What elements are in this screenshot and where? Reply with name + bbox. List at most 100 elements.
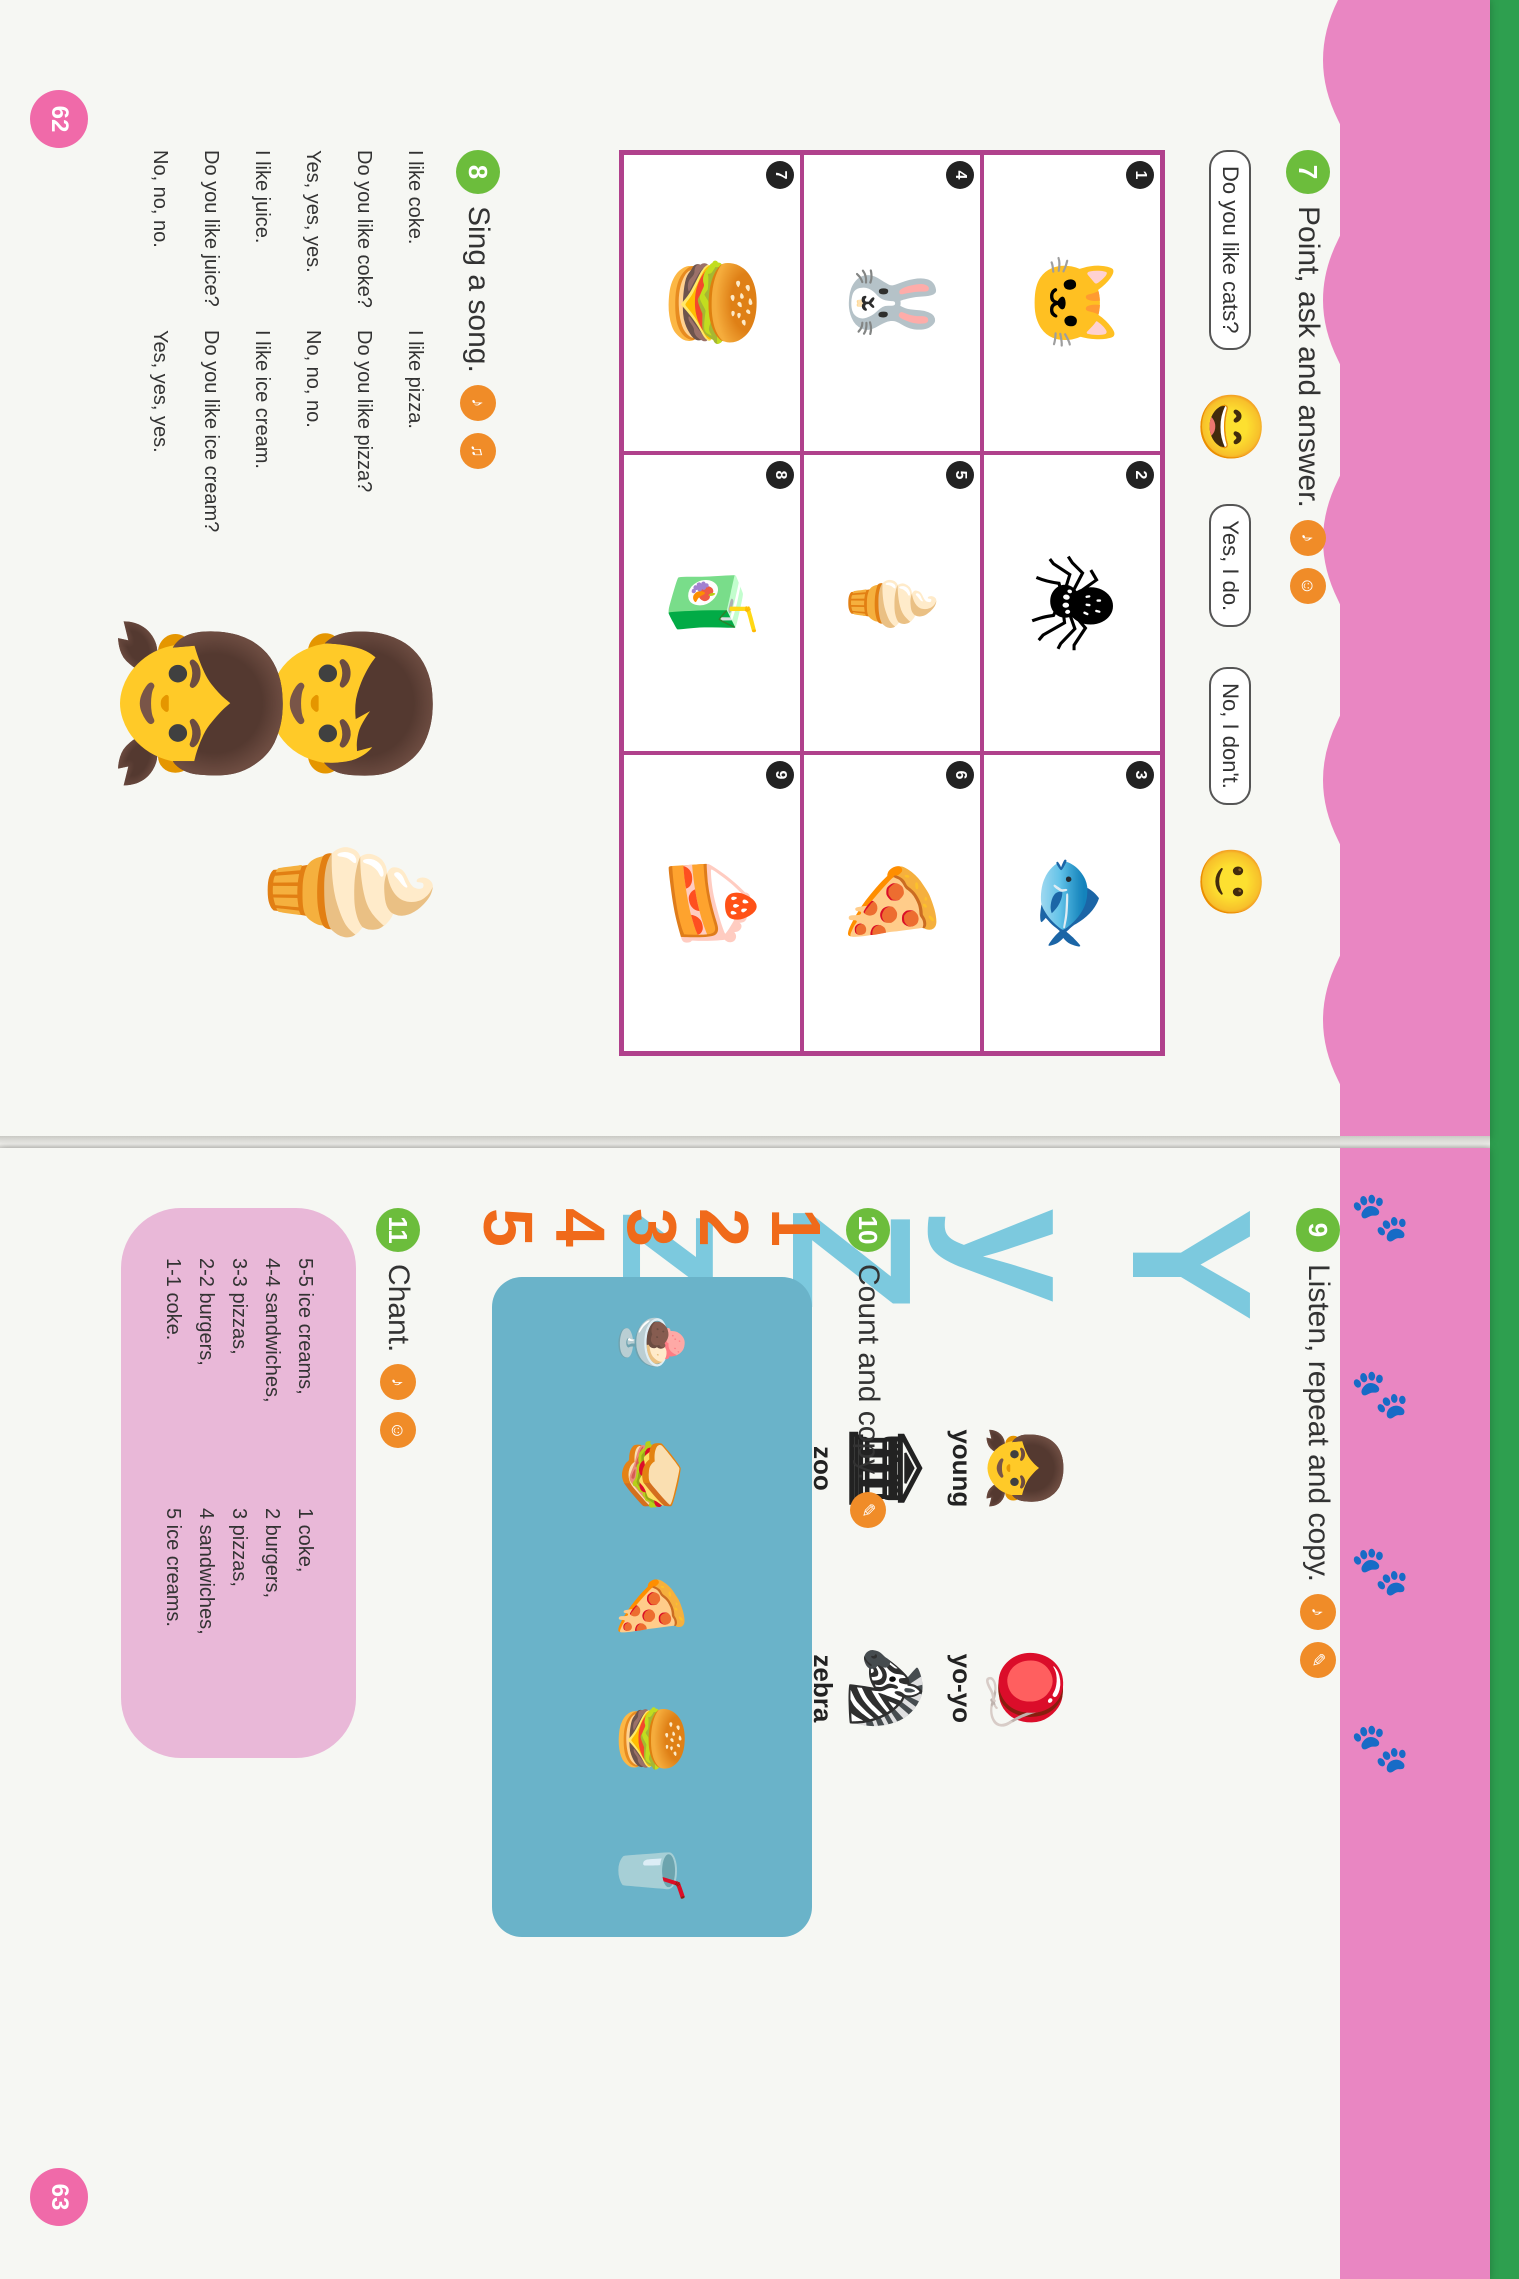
cell-picture-icon: 🍦 xyxy=(848,553,937,653)
cell-number: 4 xyxy=(946,161,974,189)
exercise-title: Listen, repeat and copy. xyxy=(1302,1264,1335,1582)
write-icon[interactable]: ✎ xyxy=(850,1492,886,1529)
speak-icon[interactable]: ☺ xyxy=(1290,567,1326,604)
page-number-63: 63 xyxy=(30,2168,88,2226)
pink-border xyxy=(1323,0,1490,1140)
word-label: yo-yo xyxy=(947,1653,977,1723)
exercise-7-heading: 7 Point, ask and answer. ♪ ☺ xyxy=(1286,150,1330,1056)
song-line: No, no, no. xyxy=(149,150,171,248)
grid-cell-2[interactable]: 2 🕷 xyxy=(982,453,1162,753)
song-line: Do you like pizza? xyxy=(353,330,375,493)
grid-cell-4[interactable]: 4 🐰 xyxy=(802,153,982,453)
exercise-number: 9 xyxy=(1296,1208,1340,1252)
chant-line: 2-2 burgers, xyxy=(195,1258,217,1366)
cell-number: 6 xyxy=(946,761,974,789)
word-picture-icon: 👧 xyxy=(986,1424,1064,1512)
cell-number: 9 xyxy=(766,761,794,789)
word-label: young xyxy=(947,1429,977,1508)
song-line: Do you like coke? xyxy=(353,150,375,308)
paw-icon: 🐾 xyxy=(1350,1545,1410,1598)
exercise-11-heading: 11 Chant. ♪ ☺ xyxy=(376,1208,420,1758)
cell-number: 7 xyxy=(766,161,794,189)
exercise-number: 8 xyxy=(456,150,500,194)
chant-line: 4 sandwiches, xyxy=(195,1508,217,1635)
song-line: No, no, no. xyxy=(302,330,324,428)
audio-icon[interactable]: ♪ xyxy=(1300,1594,1336,1630)
exercise-number: 7 xyxy=(1286,150,1330,194)
exercise-title: Count and copy. xyxy=(852,1264,885,1481)
exercise-7: 7 Point, ask and answer. ♪ ☺ Do you like… xyxy=(619,150,1330,1056)
paw-icon: 🐾 xyxy=(1350,1368,1410,1421)
grid-cell-9[interactable]: 9 🍰 xyxy=(622,753,802,1053)
exercise-8-heading: 8 Sing a song. ♪ ♫ xyxy=(456,150,500,1140)
exercise-8: 8 Sing a song. ♪ ♫ I like coke. I like pi… xyxy=(117,150,500,1140)
song-line: Yes, yes, yes. xyxy=(149,330,171,453)
page-63: 🐾 🐾 🐾 🐾 63 9 Listen, repeat and copy. ♪ … xyxy=(0,1148,1490,2279)
song-line: I like coke. xyxy=(404,150,426,245)
song-line: Do you like ice cream? xyxy=(200,330,222,533)
cell-picture-icon: 🍰 xyxy=(668,853,757,953)
cell-picture-icon: 🐱 xyxy=(1028,253,1117,353)
chant-line: 1 coke, xyxy=(294,1508,316,1573)
food-icon: 🍨 xyxy=(618,1305,686,1381)
grid-cell-6[interactable]: 6 🍕 xyxy=(802,753,982,1053)
cell-picture-icon: 🕷 xyxy=(1028,552,1117,654)
song-row: I like coke. I like pizza. Do you like cok… xyxy=(117,150,435,1140)
cell-picture-icon: 🐟 xyxy=(1028,853,1117,953)
paw-icon: 🐾 xyxy=(1350,1722,1410,1775)
audio-icon[interactable]: ♪ xyxy=(380,1364,416,1401)
count-numbers: 12345 xyxy=(469,1208,835,1247)
chant-icon[interactable]: ☺ xyxy=(380,1412,416,1449)
cell-number: 3 xyxy=(1126,761,1154,789)
grid-cell-1[interactable]: 1 🐱 xyxy=(982,153,1162,453)
word-card: 🪀 yo-yo xyxy=(946,1598,1065,1778)
exercise-number: 11 xyxy=(376,1208,420,1252)
count-number: 5 xyxy=(469,1208,547,1247)
grid-cell-5[interactable]: 5 🍦 xyxy=(802,453,982,753)
letter-y: Y y xyxy=(926,1208,1286,1319)
cell-number: 2 xyxy=(1126,461,1154,489)
page-number-62: 62 xyxy=(30,90,88,148)
audio-icon[interactable]: ♪ xyxy=(1290,519,1326,556)
sing-icon[interactable]: ♫ xyxy=(460,432,496,469)
chant-line: 2 burgers, xyxy=(261,1508,283,1599)
food-icon: 🍕 xyxy=(618,1569,686,1645)
cell-picture-icon: 🍔 xyxy=(668,253,757,353)
cell-number: 5 xyxy=(946,461,974,489)
speech-bubble-yes: Yes, I do. xyxy=(1209,504,1252,628)
speech-bubble-no: No, I don't. xyxy=(1209,667,1252,805)
count-number: 4 xyxy=(541,1208,619,1247)
song-line: I like pizza. xyxy=(404,330,426,429)
girl-face-icon: 🙂 xyxy=(1197,844,1264,920)
dialogue-row: Do you like cats? 😄 Yes, I do. No, I don… xyxy=(1195,150,1266,1056)
chant-line: 3 pizzas, xyxy=(228,1508,250,1587)
grid-cell-7[interactable]: 7 🍔 xyxy=(622,153,802,453)
song-line: I like juice. xyxy=(251,150,273,244)
exercise-title: Sing a song. xyxy=(462,206,495,373)
audio-icon[interactable]: ♪ xyxy=(460,384,496,421)
grid-cell-3[interactable]: 3 🐟 xyxy=(982,753,1162,1053)
count-number: 3 xyxy=(613,1208,691,1247)
exercise-title: Point, ask and answer. xyxy=(1292,206,1325,508)
children-illustration: 👦🍦👧 xyxy=(117,610,435,984)
food-icon: 🥤 xyxy=(618,1833,686,1909)
speech-bubble-question: Do you like cats? xyxy=(1209,150,1252,350)
write-icon[interactable]: ✎ xyxy=(1300,1642,1336,1678)
exercise-9-heading: 9 Listen, repeat and copy. ♪ ✎ xyxy=(1296,1208,1340,1778)
grid-cell-8[interactable]: 8 🧃 xyxy=(622,453,802,753)
chant-box: 5-5 ice creams, 1 coke, 4-4 sandwiches, 2 b… xyxy=(121,1208,356,1758)
count-number: 2 xyxy=(685,1208,763,1247)
textbook-spread: 62 7 Point, ask and answer. ♪ ☺ Do you l… xyxy=(0,0,1519,2279)
chant-line: 4-4 sandwiches, xyxy=(261,1258,283,1403)
chant-line: 3-3 pizzas, xyxy=(228,1258,250,1355)
exercise-11: 11 Chant. ♪ ☺ 5-5 ice creams, 1 coke, 4-4 … xyxy=(121,1208,420,1758)
count-row: 12345 🍨 🥪 🍕 🍔 🥤 xyxy=(469,1208,835,1937)
exercise-10-heading: 10 Count and copy. ✎ xyxy=(846,1208,890,1937)
cell-picture-icon: 🐰 xyxy=(848,253,937,353)
chant-line: 5 ice creams. xyxy=(162,1508,184,1627)
food-icon: 🥪 xyxy=(618,1437,686,1513)
word-picture-icon: 🪀 xyxy=(986,1644,1064,1732)
chant-line: 5-5 ice creams, xyxy=(294,1258,316,1395)
count-number: 1 xyxy=(757,1208,835,1247)
page-62: 62 7 Point, ask and answer. ♪ ☺ Do you l… xyxy=(0,0,1490,1140)
